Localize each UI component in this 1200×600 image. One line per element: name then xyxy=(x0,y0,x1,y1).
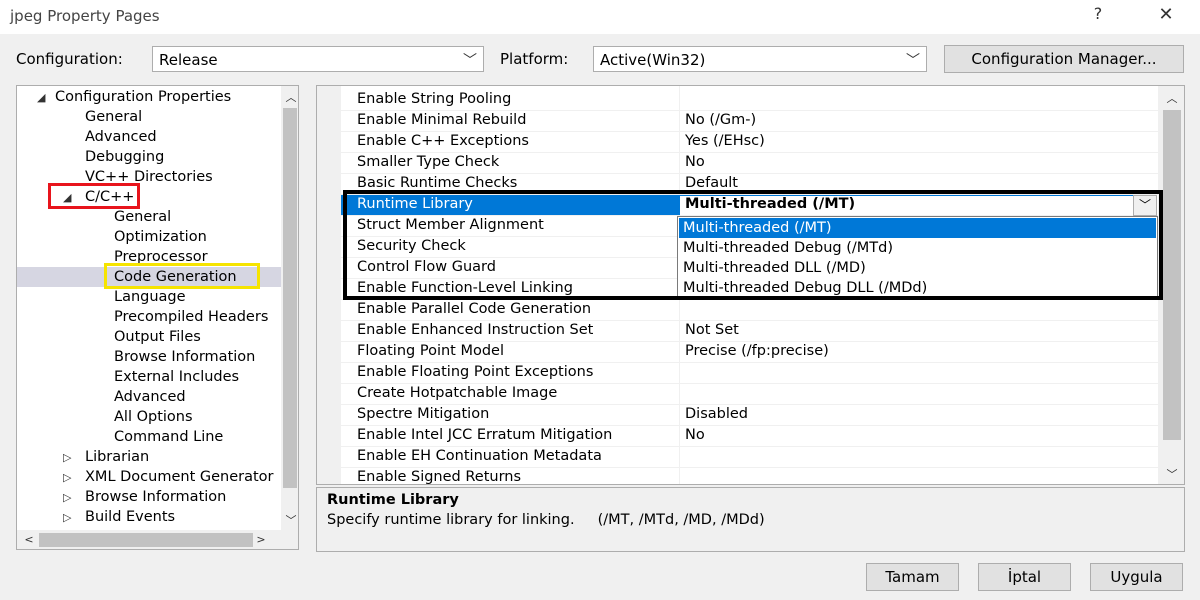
property-row[interactable]: Enable Intel JCC Erratum Mitigation No xyxy=(317,425,1158,446)
apply-button[interactable]: Uygula xyxy=(1090,563,1183,591)
property-row[interactable]: Enable Floating Point Exceptions xyxy=(317,362,1158,383)
code-generation-highlight-box xyxy=(104,263,260,289)
property-row[interactable]: Enable EH Continuation Metadata xyxy=(317,446,1158,467)
tree-item[interactable]: Configuration Properties xyxy=(55,87,231,107)
property-value: Disabled xyxy=(685,406,748,422)
scroll-right-icon[interactable]: > xyxy=(253,533,269,546)
tree-item[interactable]: Librarian xyxy=(85,447,149,467)
scroll-left-icon[interactable]: < xyxy=(21,533,37,546)
property-name: Floating Point Model xyxy=(357,343,504,359)
configuration-label: Configuration: xyxy=(16,50,123,68)
tree-item[interactable]: XML Document Generator xyxy=(85,467,274,487)
tree-item[interactable]: All Options xyxy=(114,407,193,427)
tree-item[interactable]: Browse Information xyxy=(85,487,226,507)
grid-vertical-scroll-thumb[interactable] xyxy=(1163,110,1181,440)
window-title: jpeg Property Pages xyxy=(10,7,160,25)
configuration-manager-button[interactable]: Configuration Manager... xyxy=(944,45,1184,73)
property-name: Spectre Mitigation xyxy=(357,406,490,422)
property-name: Enable Minimal Rebuild xyxy=(357,112,527,128)
property-name: Enable Parallel Code Generation xyxy=(357,301,592,317)
platform-value: Active(Win32) xyxy=(600,51,706,69)
tree-item[interactable]: External Includes xyxy=(114,367,239,387)
property-name: Enable Enhanced Instruction Set xyxy=(357,322,594,338)
tree-item[interactable]: Optimization xyxy=(114,227,207,247)
property-row[interactable]: Floating Point Model Precise (/fp:precise… xyxy=(317,341,1158,362)
expand-arrow-icon[interactable]: ▷ xyxy=(63,491,75,504)
cpp-highlight-box xyxy=(48,183,140,209)
tree-item[interactable]: Language xyxy=(114,287,186,307)
collapse-arrow-icon[interactable]: ◢ xyxy=(37,91,49,104)
property-name: Enable String Pooling xyxy=(357,91,512,107)
close-button[interactable]: ✕ xyxy=(1154,4,1178,28)
runtime-library-highlight-box xyxy=(343,190,1163,300)
property-name: Enable EH Continuation Metadata xyxy=(357,448,602,464)
tree-vertical-scroll-thumb[interactable] xyxy=(283,108,297,488)
chevron-down-icon: ﹀ xyxy=(906,53,920,69)
property-row[interactable]: Spectre Mitigation Disabled xyxy=(317,404,1158,425)
property-value: Precise (/fp:precise) xyxy=(685,343,829,359)
help-button[interactable]: ? xyxy=(1088,4,1108,28)
scroll-up-icon[interactable]: ︿ xyxy=(1164,90,1180,106)
property-row[interactable]: Enable Enhanced Instruction Set Not Set xyxy=(317,320,1158,341)
tree-item[interactable]: General xyxy=(114,207,171,227)
expand-arrow-icon[interactable]: ▷ xyxy=(63,451,75,464)
platform-label: Platform: xyxy=(500,50,569,68)
property-name: Create Hotpatchable Image xyxy=(357,385,558,401)
description-text: Specify runtime library for linking. (/M… xyxy=(327,512,765,528)
tree-item[interactable]: Output Files xyxy=(114,327,201,347)
cancel-button[interactable]: İptal xyxy=(978,563,1071,591)
tree-item[interactable]: Command Line xyxy=(114,427,223,447)
title-bar: jpeg Property Pages ? ✕ xyxy=(0,0,1200,34)
chevron-down-icon: ﹀ xyxy=(463,53,477,69)
property-name: Smaller Type Check xyxy=(357,154,500,170)
property-name: Enable C++ Exceptions xyxy=(357,133,529,149)
property-tree: ◢ Configuration Properties General Advanced… xyxy=(16,85,299,550)
property-row[interactable]: Enable Parallel Code Generation xyxy=(317,299,1158,320)
tree-item[interactable]: Advanced xyxy=(85,127,157,147)
property-row[interactable]: Enable Signed Returns xyxy=(317,467,1158,485)
property-row[interactable]: Smaller Type Check No xyxy=(317,152,1158,173)
scroll-up-icon[interactable]: ︿ xyxy=(283,89,298,105)
property-value: Yes (/EHsc) xyxy=(685,133,765,149)
expand-arrow-icon[interactable]: ▷ xyxy=(63,511,75,524)
configuration-value: Release xyxy=(159,51,218,69)
tree-item[interactable]: Debugging xyxy=(85,147,164,167)
tree-item[interactable]: Precompiled Headers xyxy=(114,307,268,327)
tree-item[interactable]: Advanced xyxy=(114,387,186,407)
expand-arrow-icon[interactable]: ▷ xyxy=(63,471,75,484)
property-name: Enable Signed Returns xyxy=(357,469,522,485)
tree-item[interactable]: Build Events xyxy=(85,507,175,527)
scroll-down-icon[interactable]: ﹀ xyxy=(1164,466,1180,482)
property-value: No xyxy=(685,154,705,170)
property-name: Enable Intel JCC Erratum Mitigation xyxy=(357,427,613,443)
tree-horizontal-scroll-thumb[interactable] xyxy=(39,533,253,547)
scroll-down-icon[interactable]: ﹀ xyxy=(283,512,298,528)
platform-select[interactable]: Active(Win32) ﹀ xyxy=(593,46,927,72)
description-panel: Runtime Library Specify runtime library … xyxy=(316,487,1185,552)
property-row[interactable]: Enable C++ Exceptions Yes (/EHsc) xyxy=(317,131,1158,152)
property-name: Enable Floating Point Exceptions xyxy=(357,364,594,380)
property-row[interactable]: Create Hotpatchable Image xyxy=(317,383,1158,404)
tree-item[interactable]: General xyxy=(85,107,142,127)
ok-button[interactable]: Tamam xyxy=(866,563,959,591)
tree-item[interactable]: Browse Information xyxy=(114,347,255,367)
property-row[interactable]: Enable Minimal Rebuild No (/Gm-) xyxy=(317,110,1158,131)
property-value: No xyxy=(685,427,705,443)
property-value: No (/Gm-) xyxy=(685,112,757,128)
configuration-select[interactable]: Release ﹀ xyxy=(152,46,484,72)
property-value: Not Set xyxy=(685,322,739,338)
property-row[interactable]: Enable String Pooling xyxy=(317,89,1158,110)
description-title: Runtime Library xyxy=(327,492,459,508)
